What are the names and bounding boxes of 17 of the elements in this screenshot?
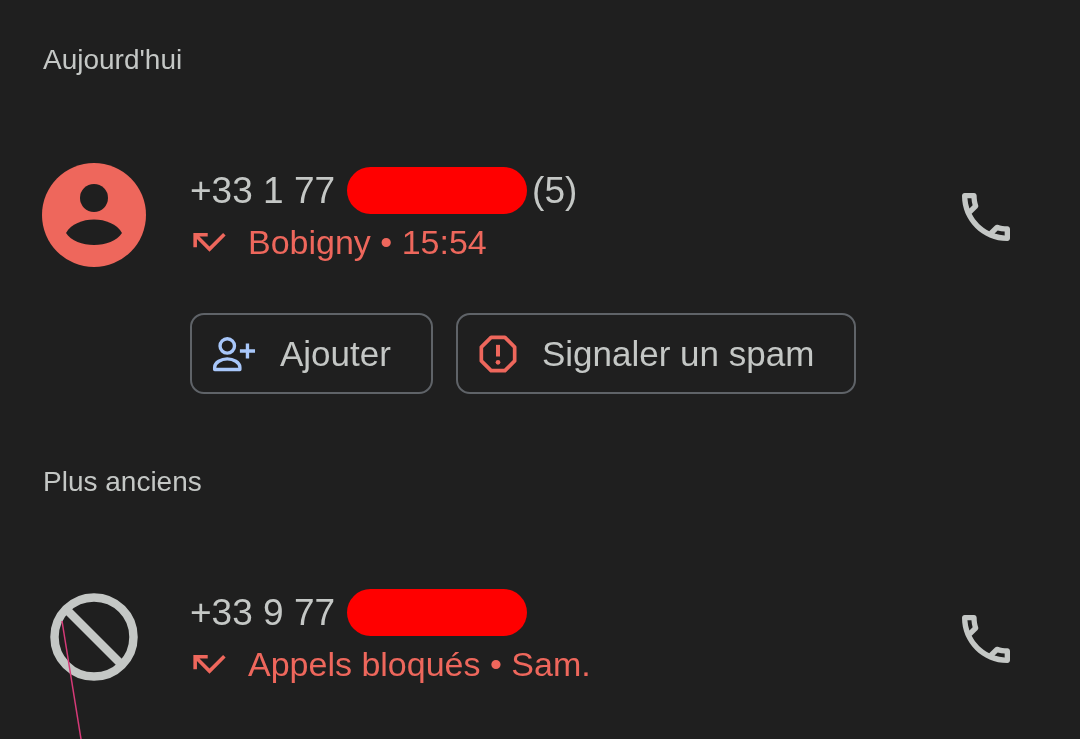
section-header: Plus anciens [42, 465, 202, 499]
avatar-icon [42, 163, 146, 267]
call-count: (5) [532, 168, 578, 213]
missed-call-icon [193, 232, 226, 252]
phone-number: +33 1 77 [190, 168, 336, 213]
call-details: Appels bloqués • Sam. [248, 644, 591, 685]
add-contact-button[interactable]: Ajouter [190, 313, 433, 394]
phone-number: +33 9 77 [190, 590, 336, 635]
phone-icon[interactable] [962, 193, 1010, 241]
missed-call-icon [193, 654, 226, 674]
call-details: Bobigny • 15:54 [248, 222, 487, 263]
phone-icon[interactable] [962, 615, 1010, 663]
warning-octagon-icon [477, 333, 518, 374]
person-add-icon [212, 335, 256, 372]
report-spam-button[interactable]: Signaler un spam [455, 313, 857, 394]
section-header: Aujourd'hui [42, 43, 183, 77]
blocked-icon [50, 593, 138, 681]
